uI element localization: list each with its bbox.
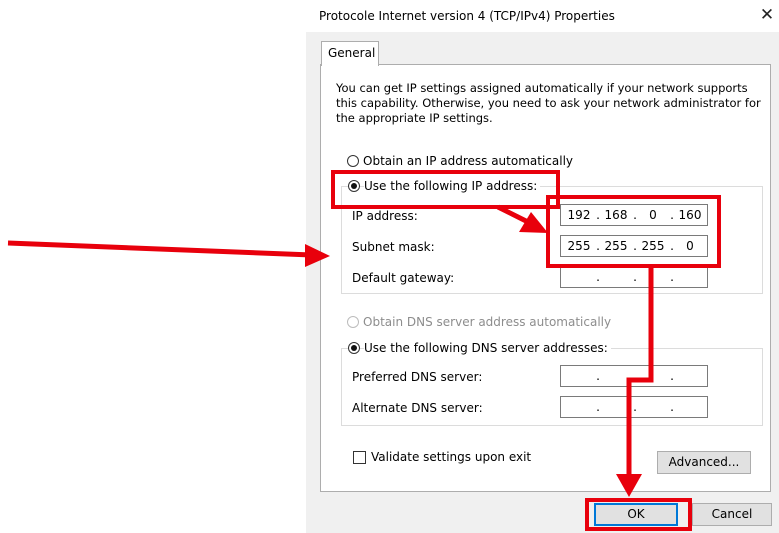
validate-settings-checkbox[interactable] — [353, 451, 366, 464]
mask-dot: . — [596, 239, 600, 253]
tab-general-label: General — [328, 46, 376, 60]
gateway-dot: . — [596, 270, 600, 284]
preferred-dns-label: Preferred DNS server: — [352, 370, 483, 384]
ip-dot: . — [596, 208, 600, 222]
mask-octet-2: 255 — [604, 239, 628, 253]
close-icon[interactable]: ✕ — [756, 4, 778, 26]
subnet-mask-field[interactable]: 255 . 255 . 255 . 0 — [560, 235, 708, 257]
dialog-title: Protocole Internet version 4 (TCP/IPv4) … — [319, 9, 615, 23]
mask-dot: . — [670, 239, 674, 253]
default-gateway-label: Default gateway: — [352, 271, 455, 285]
mask-dot: . — [633, 239, 637, 253]
use-following-dns-label[interactable]: Use the following DNS server addresses: — [364, 341, 611, 355]
tab-general[interactable]: General — [321, 41, 379, 66]
default-gateway-field[interactable]: . . . — [560, 266, 708, 288]
dns-dot: . — [596, 369, 600, 383]
obtain-dns-auto-label[interactable]: Obtain DNS server address automatically — [363, 315, 611, 329]
dns-dot: . — [670, 369, 674, 383]
ip-octet-1: 192 — [567, 208, 591, 222]
mask-octet-4: 0 — [686, 239, 694, 253]
mask-octet-1: 255 — [567, 239, 591, 253]
description-text: You can get IP settings assigned automat… — [336, 81, 761, 125]
ip-address-label: IP address: — [352, 209, 418, 223]
cancel-button[interactable]: Cancel — [692, 503, 772, 526]
use-following-ip-radio[interactable] — [348, 180, 360, 192]
ip-dot: . — [670, 208, 674, 222]
ip-address-field[interactable]: 192 . 168 . 0 . 160 — [560, 204, 708, 226]
gateway-dot: . — [670, 270, 674, 284]
dns-dot: . — [633, 369, 637, 383]
obtain-dns-auto-radio[interactable] — [347, 316, 359, 328]
dns-dot: . — [633, 400, 637, 414]
ip-dot: . — [633, 208, 637, 222]
mask-octet-3: 255 — [641, 239, 665, 253]
subnet-mask-label: Subnet mask: — [352, 240, 435, 254]
alternate-dns-field[interactable]: . . . — [560, 396, 708, 418]
dns-dot: . — [596, 400, 600, 414]
left-arrow-line — [7, 240, 313, 258]
validate-settings-label[interactable]: Validate settings upon exit — [371, 450, 531, 464]
ok-button[interactable]: OK — [594, 503, 678, 526]
ip-octet-3: 0 — [649, 208, 657, 222]
dns-dot: . — [670, 400, 674, 414]
obtain-ip-auto-radio[interactable] — [347, 155, 359, 167]
obtain-ip-auto-label[interactable]: Obtain an IP address automatically — [363, 154, 573, 168]
tcpip-properties-dialog: Protocole Internet version 4 (TCP/IPv4) … — [306, 0, 779, 533]
ip-octet-2: 168 — [604, 208, 628, 222]
use-following-dns-radio[interactable] — [348, 342, 360, 354]
general-panel: You can get IP settings assigned automat… — [320, 64, 771, 492]
preferred-dns-field[interactable]: . . . — [560, 365, 708, 387]
use-following-ip-label[interactable]: Use the following IP address: — [364, 179, 541, 193]
gateway-dot: . — [633, 270, 637, 284]
title-bar: Protocole Internet version 4 (TCP/IPv4) … — [306, 0, 779, 32]
alternate-dns-label: Alternate DNS server: — [352, 401, 483, 415]
ip-octet-4: 160 — [678, 208, 702, 222]
advanced-button[interactable]: Advanced... — [657, 451, 751, 474]
